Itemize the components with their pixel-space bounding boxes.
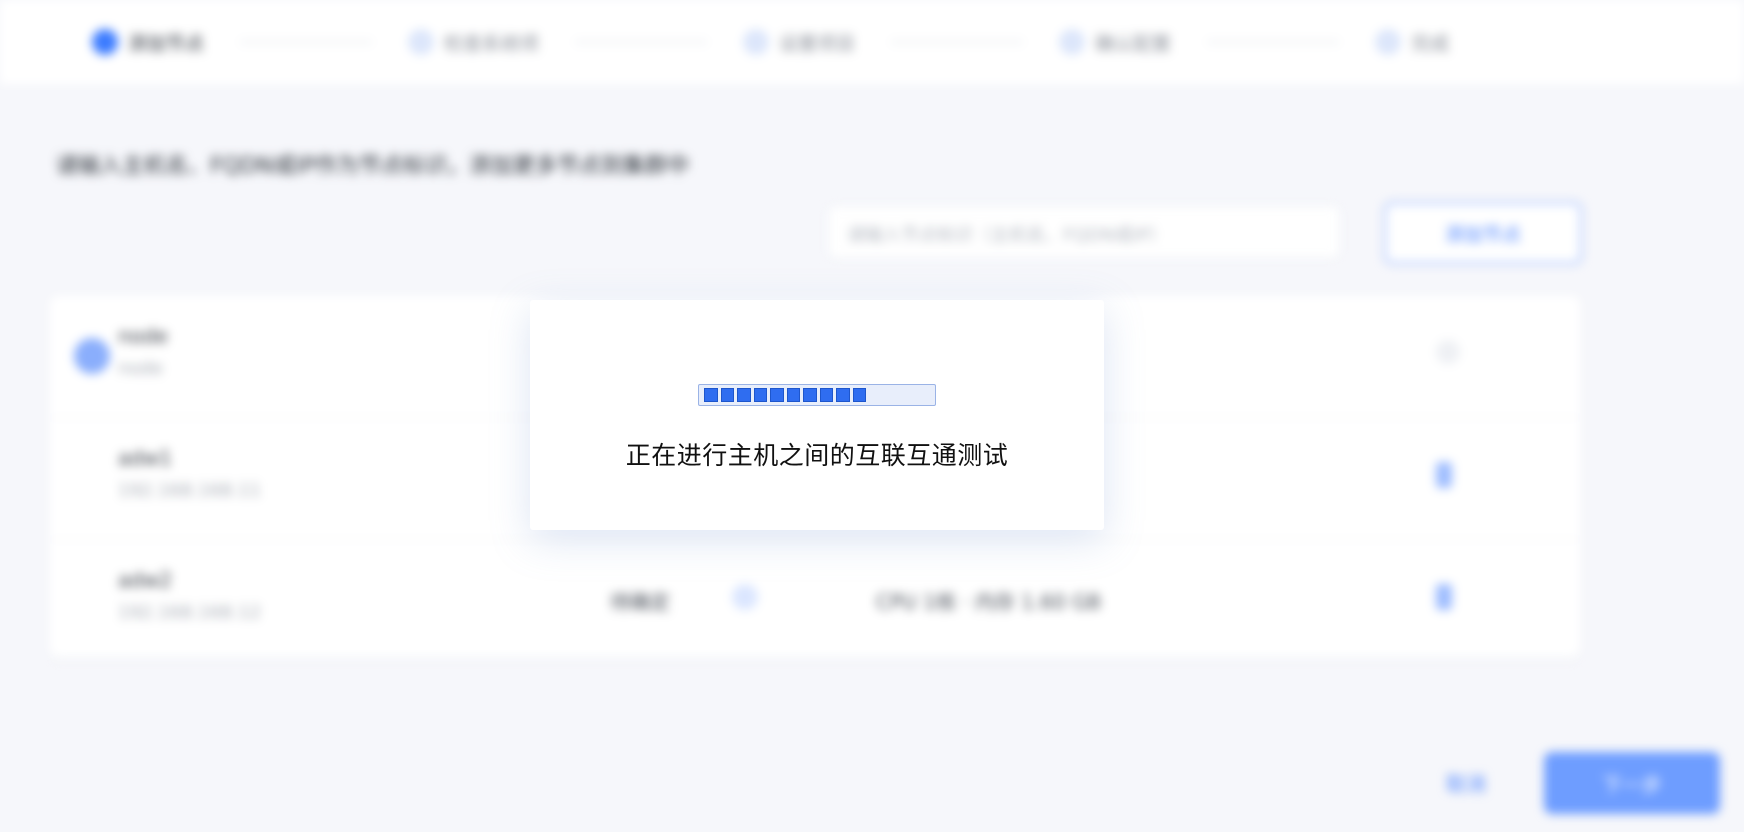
step-label: 完成 xyxy=(1411,32,1450,55)
progress-segment xyxy=(836,388,850,402)
progress-segment xyxy=(737,388,751,402)
progress-segment xyxy=(720,388,734,402)
step-progress-bar: 添加节点 检查系统项 设置项目 确认配置 完成 xyxy=(0,0,1744,84)
step-connector xyxy=(891,41,1024,43)
node-name: node xyxy=(118,324,168,348)
node-name: adw2 xyxy=(118,568,173,592)
step-5-indicator-icon xyxy=(1375,29,1402,55)
dialog-message: 正在进行主机之间的互联互通测试 xyxy=(625,441,1009,470)
progress-segment xyxy=(819,388,833,402)
node-address: 192.168.168.11 xyxy=(118,480,262,501)
step-4-indicator-icon xyxy=(1059,29,1086,55)
progress-segment xyxy=(852,388,866,402)
step-2-indicator-icon xyxy=(408,29,435,55)
step-add-node: 添加节点 xyxy=(92,29,204,56)
step-3-indicator-icon xyxy=(743,29,770,55)
app-window: 添加节点 检查系统项 设置项目 确认配置 完成 请输入主机名、FQDN或IP作为… xyxy=(0,0,1744,832)
progress-segment xyxy=(770,388,784,402)
table-row[interactable]: adw2 192.168.168.12 待确定 CPU 1核 · 内存 1.60… xyxy=(50,540,1580,662)
node-name: adw1 xyxy=(118,446,173,470)
info-icon[interactable] xyxy=(732,584,758,610)
step-settings: 设置项目 xyxy=(743,29,855,56)
node-address: node xyxy=(118,358,163,379)
step-label: 设置项目 xyxy=(779,32,856,55)
step-label: 检查系统项 xyxy=(444,32,540,55)
page-instruction: 请输入主机名、FQDN或IP作为节点标识，添加更多节点到集群中 xyxy=(56,154,690,179)
action-disabled-icon xyxy=(1436,340,1460,364)
step-label: 添加节点 xyxy=(128,32,205,55)
selected-radio-icon[interactable] xyxy=(74,338,110,374)
progress-segment xyxy=(786,388,800,402)
step-check-system: 检查系统项 xyxy=(408,29,539,56)
step-connector xyxy=(1207,41,1340,43)
node-address: 192.168.168.12 xyxy=(118,602,262,623)
node-status: 待确定 xyxy=(610,590,670,614)
progress-bar xyxy=(698,384,936,406)
step-connector xyxy=(575,41,708,43)
step-1-indicator-icon xyxy=(92,29,118,55)
node-spec: CPU 1核 · 内存 1.60 GB xyxy=(876,590,1102,614)
add-node-button[interactable]: 添加节点 xyxy=(1384,202,1582,264)
cancel-button[interactable]: 取消 xyxy=(1446,768,1486,797)
progress-segment xyxy=(704,388,718,402)
progress-segment xyxy=(753,388,767,402)
node-search-input[interactable]: 请输入节点标识（主机名、FQDN或IP） xyxy=(828,206,1340,258)
connectivity-test-dialog: 正在进行主机之间的互联互通测试 xyxy=(530,300,1104,530)
step-label: 确认配置 xyxy=(1095,32,1172,55)
step-connector xyxy=(240,41,373,43)
delete-icon[interactable] xyxy=(1436,584,1452,610)
step-finish: 完成 xyxy=(1375,29,1449,56)
next-step-button[interactable]: 下一步 xyxy=(1544,752,1720,814)
progress-segment xyxy=(803,388,817,402)
delete-icon[interactable] xyxy=(1436,462,1452,488)
step-confirm: 确认配置 xyxy=(1059,29,1171,56)
